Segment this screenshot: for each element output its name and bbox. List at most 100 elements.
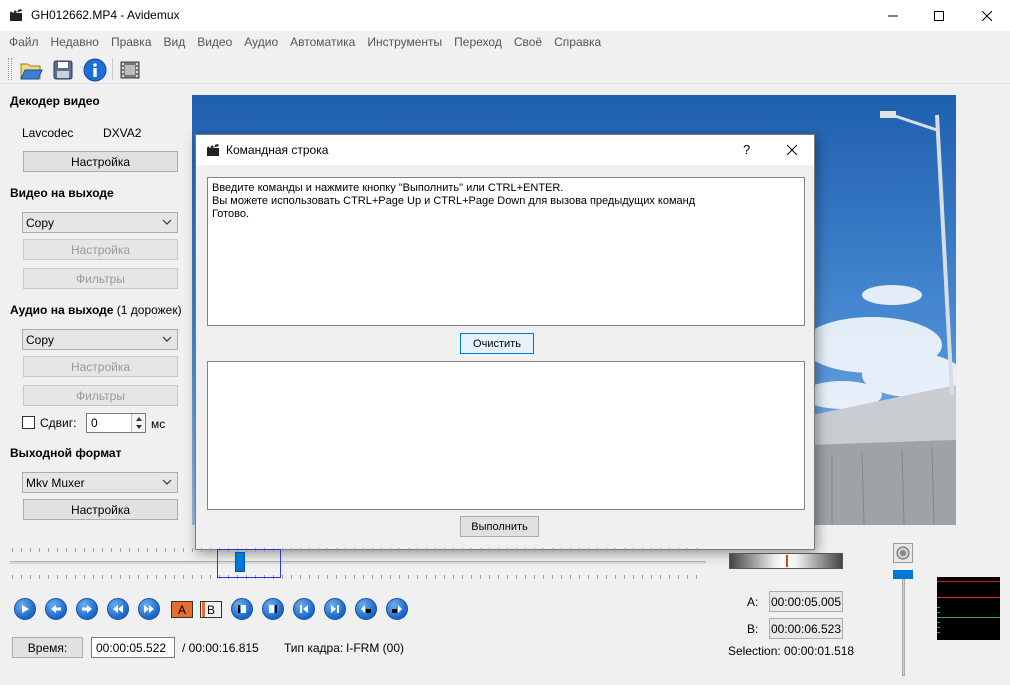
spin-arrows-icon[interactable] (131, 414, 145, 432)
audio-filters-button[interactable]: Фильтры (23, 385, 178, 406)
shift-value: 0 (91, 416, 98, 430)
skip-forward-icon (331, 605, 339, 613)
volume-slider-handle[interactable] (893, 570, 913, 579)
info-button[interactable] (82, 57, 108, 83)
shift-unit: мс (151, 417, 166, 431)
meter-line-green (937, 617, 1000, 618)
minimize-button[interactable] (870, 0, 916, 31)
marker-a-time[interactable]: 00:00:05.005 (769, 591, 843, 612)
save-button[interactable] (50, 57, 76, 83)
close-icon (786, 144, 798, 156)
next-keyframe-button[interactable] (138, 598, 160, 620)
marker-b-label: B (206, 602, 215, 617)
time-button[interactable]: Время: (12, 637, 83, 658)
minimize-icon (888, 15, 898, 16)
volume-button[interactable] (893, 543, 913, 563)
set-marker-a-button[interactable]: A (171, 601, 193, 618)
menu-video[interactable]: Видео (192, 35, 237, 49)
rewind-icon (113, 605, 123, 613)
go-to-start-button[interactable] (293, 598, 315, 620)
menu-audio[interactable]: Аудио (239, 35, 283, 49)
menu-recent[interactable]: Недавно (46, 35, 104, 49)
go-to-end-button[interactable] (324, 598, 346, 620)
go-to-marker-b-button[interactable] (262, 598, 284, 620)
output-line: Введите команды и нажмите кнопку "Выполн… (212, 182, 564, 194)
next-black-frame-button[interactable] (386, 598, 408, 620)
audio-output-header: Аудио на выходе (1 дорожек) (10, 303, 182, 317)
command-line-dialog: Командная строка ? Введите команды и наж… (195, 134, 815, 550)
go-to-b-icon (269, 605, 277, 613)
speaker-icon (896, 546, 910, 560)
muxer-select[interactable]: Mkv Muxer (22, 472, 178, 493)
previous-frame-button[interactable] (45, 598, 67, 620)
clear-button[interactable]: Очистить (460, 333, 534, 354)
audio-settings-button[interactable]: Настройка (23, 356, 178, 377)
go-to-a-icon (238, 605, 246, 613)
save-icon (53, 60, 73, 80)
arrow-right-icon (82, 605, 92, 613)
open-icon (20, 63, 43, 80)
output-format-title: Выходной формат (10, 446, 122, 460)
jog-shuttle[interactable] (729, 553, 843, 569)
run-button[interactable]: Выполнить (460, 516, 539, 537)
video-codec-select[interactable]: Copy (22, 212, 178, 233)
play-button[interactable] (14, 598, 36, 620)
volume-slider-track[interactable] (902, 572, 905, 676)
menu-tools[interactable]: Инструменты (362, 35, 447, 49)
black-frame-forward-icon (392, 605, 402, 613)
menu-go[interactable]: Переход (449, 35, 507, 49)
frame-type-label: Тип кадра: (284, 641, 344, 655)
current-time-field[interactable]: 00:00:05.522 (91, 637, 175, 658)
film-icon (120, 61, 140, 79)
shift-checkbox[interactable] (22, 416, 35, 429)
avidemux-logo-icon (206, 143, 220, 160)
marker-b-time[interactable]: 00:00:06.523 (769, 618, 843, 639)
dialog-help-button[interactable]: ? (743, 142, 750, 157)
chevron-down-icon (162, 336, 172, 342)
marker-b-flag-icon (202, 602, 205, 617)
audio-codec-select[interactable]: Copy (22, 329, 178, 350)
previous-keyframe-button[interactable] (107, 598, 129, 620)
selection-range-box (217, 549, 281, 578)
timeline-slider-handle[interactable] (235, 552, 245, 572)
dialog-close-button[interactable] (786, 144, 798, 159)
dialog-title-bar: Командная строка ? (196, 135, 814, 165)
window-title: GH012662.MP4 - Avidemux (31, 8, 180, 22)
command-output-area[interactable]: Введите команды и нажмите кнопку "Выполн… (207, 177, 805, 326)
close-icon (982, 10, 992, 21)
previous-black-frame-button[interactable] (355, 598, 377, 620)
video-codec-value: Copy (26, 215, 55, 230)
output-line: Готово. (212, 208, 250, 220)
arrow-left-icon (51, 605, 61, 613)
shift-spinbox[interactable]: 0 (86, 413, 146, 433)
close-button[interactable] (964, 0, 1010, 31)
menu-bar: Файл Недавно Правка Вид Видео Аудио Авто… (0, 32, 1010, 52)
video-output-title: Видео на выходе (10, 186, 114, 200)
menu-help[interactable]: Справка (549, 35, 606, 49)
film-button[interactable] (118, 57, 144, 83)
open-button[interactable] (18, 57, 44, 83)
command-input-area[interactable] (207, 361, 805, 510)
menu-custom[interactable]: Своё (509, 35, 547, 49)
menu-edit[interactable]: Правка (106, 35, 157, 49)
maximize-button[interactable] (916, 0, 962, 31)
menu-view[interactable]: Вид (159, 35, 191, 49)
muxer-settings-button[interactable]: Настройка (23, 499, 178, 520)
next-frame-button[interactable] (76, 598, 98, 620)
audio-output-title: Аудио на выходе (10, 303, 114, 317)
menu-auto[interactable]: Автоматика (285, 35, 360, 49)
set-marker-b-button[interactable]: B (200, 601, 222, 618)
selection-duration: Selection: 00:00:01.518 (728, 644, 855, 658)
dialog-title: Командная строка (226, 143, 329, 157)
timeline-track[interactable] (10, 561, 706, 564)
marker-b-time-label: B: (747, 622, 759, 636)
video-settings-button[interactable]: Настройка (23, 239, 178, 260)
video-filters-button[interactable]: Фильтры (23, 268, 178, 289)
frame-type-value: I-FRM (00) (346, 641, 404, 655)
muxer-value: Mkv Muxer (26, 475, 85, 490)
go-to-marker-a-button[interactable] (231, 598, 253, 620)
decoder-settings-button[interactable]: Настройка (23, 151, 178, 172)
info-icon (83, 58, 107, 82)
menu-file[interactable]: Файл (4, 35, 44, 49)
marker-a-time-label: A: (747, 595, 759, 609)
